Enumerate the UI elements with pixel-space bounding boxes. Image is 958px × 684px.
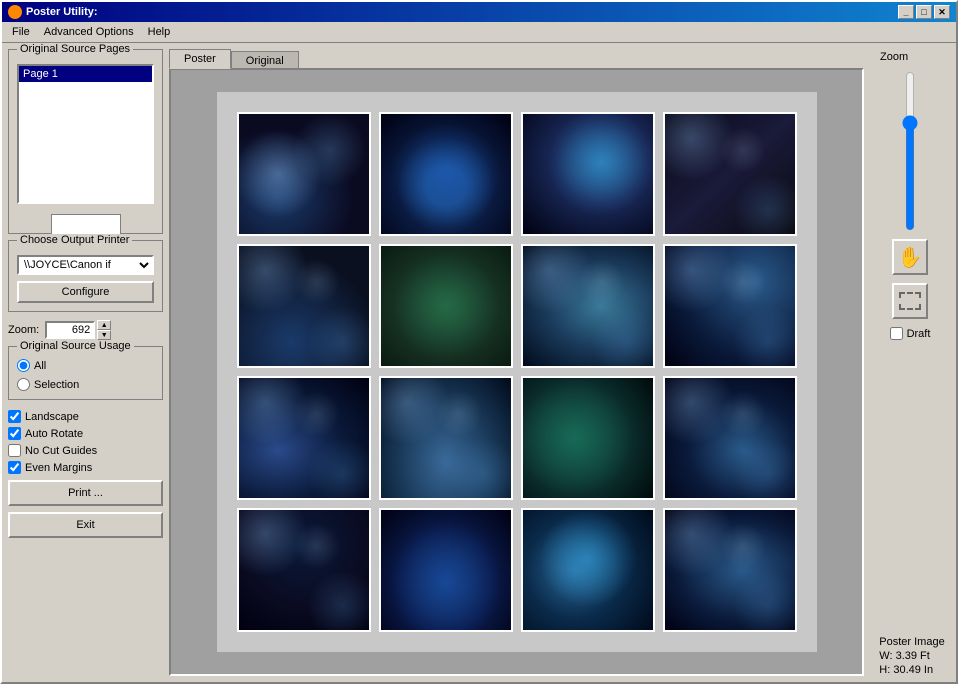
menu-bar: File Advanced Options Help [2, 22, 956, 43]
source-pages-title: Original Source Pages [17, 43, 133, 55]
no-cut-guides-checkbox[interactable] [8, 444, 21, 457]
poster-cell-9 [237, 376, 371, 500]
exit-button[interactable]: Exit [8, 512, 163, 538]
auto-rotate-row: Auto Rotate [8, 427, 163, 440]
poster-grid-container [217, 92, 817, 652]
draft-label: Draft [907, 328, 931, 340]
title-bar-left: Poster Utility: [8, 5, 98, 19]
poster-cell-13 [237, 508, 371, 632]
radio-selection-label: Selection [34, 379, 79, 391]
zoom-slider-wrap [900, 71, 920, 231]
radio-all[interactable] [17, 359, 30, 372]
pan-tool-button[interactable]: ✋ [892, 239, 928, 275]
select-tool-button[interactable] [892, 283, 928, 319]
poster-area[interactable] [169, 68, 864, 676]
poster-cell-2 [379, 112, 513, 236]
poster-cell-15 [521, 508, 655, 632]
main-window: Poster Utility: _ □ ✕ File Advanced Opti… [0, 0, 958, 684]
tab-poster[interactable]: Poster [169, 49, 231, 69]
poster-info: Poster Image W: 3.39 Ft H: 30.49 In [875, 634, 944, 676]
poster-row-3 [237, 376, 797, 500]
left-panel: Original Source Pages Page 1 Choose Outp… [8, 49, 163, 676]
menu-file[interactable]: File [6, 24, 36, 40]
poster-cell-6 [379, 244, 513, 368]
right-zoom-label: Zoom [880, 51, 908, 63]
poster-cell-10 [379, 376, 513, 500]
poster-height: H: 30.49 In [879, 664, 944, 676]
menu-advanced-options[interactable]: Advanced Options [38, 24, 140, 40]
zoom-down-button[interactable]: ▼ [97, 330, 111, 340]
printer-select[interactable]: \\JOYCE\Canon if [17, 255, 154, 275]
source-usage-group: Original Source Usage All Selection [8, 346, 163, 400]
poster-cell-12 [663, 376, 797, 500]
zoom-up-button[interactable]: ▲ [97, 320, 111, 330]
poster-row-2 [237, 244, 797, 368]
center-panel: Poster Original [169, 49, 864, 676]
pan-icon: ✋ [898, 245, 923, 270]
poster-row-4 [237, 508, 797, 632]
print-button[interactable]: Print ... [8, 480, 163, 506]
zoom-row: Zoom: ▲ ▼ [8, 320, 163, 340]
radio-selection[interactable] [17, 378, 30, 391]
zoom-slider[interactable] [900, 71, 920, 231]
landscape-row: Landscape [8, 410, 163, 423]
printer-select-wrap: \\JOYCE\Canon if [17, 255, 154, 275]
zoom-input[interactable] [45, 321, 95, 339]
poster-width: W: 3.39 Ft [879, 650, 944, 662]
source-pages-list[interactable]: Page 1 [17, 64, 154, 204]
checkboxes-group: Landscape Auto Rotate No Cut Guides Even… [8, 406, 163, 474]
poster-image-label: Poster Image [879, 636, 944, 648]
even-margins-label: Even Margins [25, 462, 92, 474]
main-content: Original Source Pages Page 1 Choose Outp… [2, 43, 956, 682]
poster-cell-1 [237, 112, 371, 236]
close-button[interactable]: ✕ [934, 5, 950, 19]
menu-help[interactable]: Help [142, 24, 177, 40]
draft-checkbox[interactable] [890, 327, 903, 340]
auto-rotate-checkbox[interactable] [8, 427, 21, 440]
radio-all-row: All [17, 359, 154, 372]
right-panel: Zoom ✋ Draft Poster Image W: 3.39 Ft H: … [870, 49, 950, 676]
landscape-label: Landscape [25, 411, 79, 423]
auto-rotate-label: Auto Rotate [25, 428, 83, 440]
poster-cell-4 [663, 112, 797, 236]
window-title: Poster Utility: [26, 6, 98, 18]
poster-cell-7 [521, 244, 655, 368]
configure-button[interactable]: Configure [17, 281, 154, 303]
poster-cell-11 [521, 376, 655, 500]
source-page-item[interactable]: Page 1 [19, 66, 152, 82]
zoom-input-wrap: ▲ ▼ [45, 320, 111, 340]
radio-all-label: All [34, 360, 46, 372]
no-cut-guides-row: No Cut Guides [8, 444, 163, 457]
output-printer-title: Choose Output Printer [17, 234, 132, 246]
window-icon [8, 5, 22, 19]
even-margins-row: Even Margins [8, 461, 163, 474]
zoom-label: Zoom: [8, 324, 39, 336]
poster-cell-16 [663, 508, 797, 632]
poster-cell-8 [663, 244, 797, 368]
source-pages-group: Original Source Pages Page 1 [8, 49, 163, 234]
title-bar: Poster Utility: _ □ ✕ [2, 2, 956, 22]
maximize-button[interactable]: □ [916, 5, 932, 19]
poster-cell-3 [521, 112, 655, 236]
even-margins-checkbox[interactable] [8, 461, 21, 474]
landscape-checkbox[interactable] [8, 410, 21, 423]
draft-row: Draft [890, 327, 931, 340]
zoom-spinner: ▲ ▼ [97, 320, 111, 340]
tab-bar: Poster Original [169, 49, 864, 69]
no-cut-guides-label: No Cut Guides [25, 445, 97, 457]
minimize-button[interactable]: _ [898, 5, 914, 19]
title-controls: _ □ ✕ [898, 5, 950, 19]
select-icon [899, 292, 921, 310]
poster-row-1 [237, 112, 797, 236]
source-usage-title: Original Source Usage [17, 340, 134, 352]
radio-selection-row: Selection [17, 378, 154, 391]
output-printer-group: Choose Output Printer \\JOYCE\Canon if C… [8, 240, 163, 312]
poster-cell-5 [237, 244, 371, 368]
poster-cell-14 [379, 508, 513, 632]
